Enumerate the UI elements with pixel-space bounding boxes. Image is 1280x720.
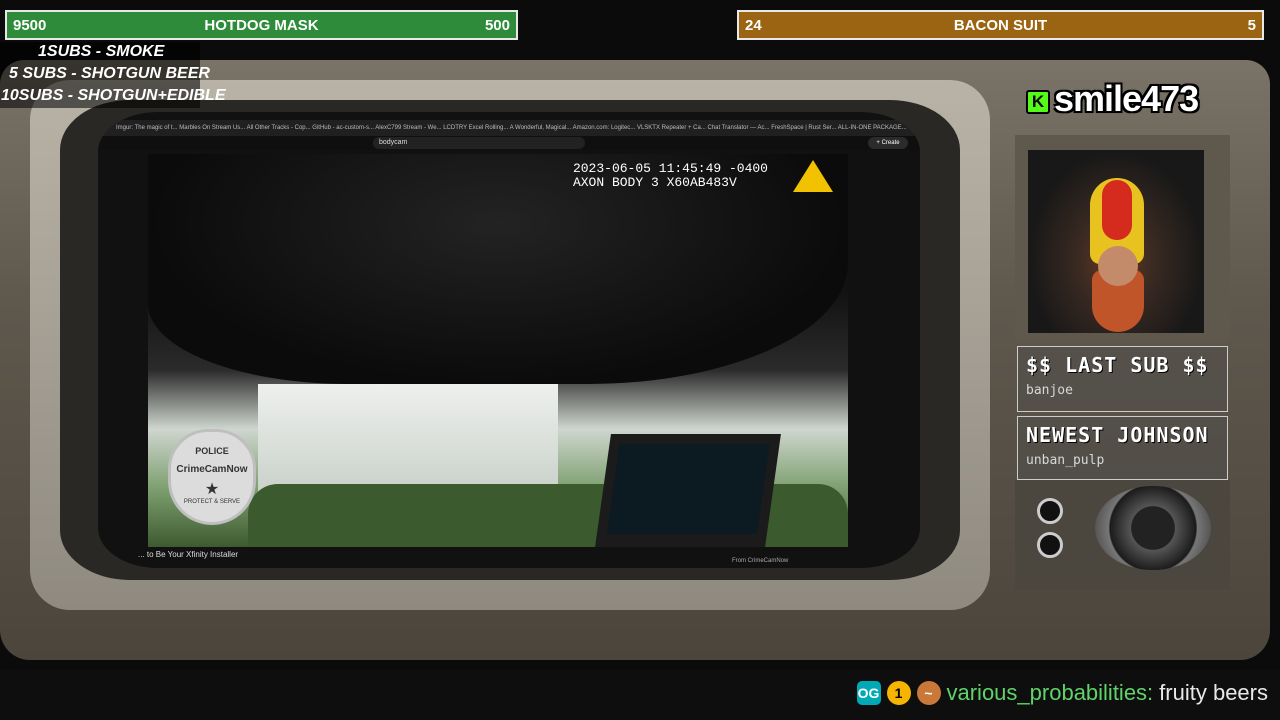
goal-target: 5 (1247, 16, 1256, 34)
create-button[interactable]: + Create (868, 137, 908, 149)
og-badge-icon: OG (856, 681, 881, 705)
chat-bar: OG 1 ~ various_probabilities: fruity bee… (0, 670, 1280, 720)
star-icon: ★ (204, 481, 220, 498)
sub-rule-3: 10SUBS - SHOTGUN+EDIBLE (1, 87, 226, 104)
sub-rule-2: 5 SUBS - SHOTGUN BEER (9, 65, 210, 82)
timestamp-line-1: 2023-06-05 11:45:49 -0400 (572, 161, 768, 176)
video-title[interactable]: ... to Be Your Xfinity Installer (138, 550, 238, 559)
search-input[interactable]: bodycam (373, 137, 585, 149)
goal-current: 9500 (13, 16, 47, 34)
goal-title: BACON SUIT (953, 16, 1048, 34)
sub-rule-1: 1SUBS - SMOKE (38, 43, 165, 60)
bodycam-timestamp: 2023-06-05 11:45:49 -0400 AXON BODY 3 X6… (573, 162, 768, 190)
last-sub-value: banjoe (1026, 383, 1073, 398)
chat-text: fruity beers (1159, 680, 1268, 705)
hotdog-badge-icon: ~ (916, 681, 941, 705)
axon-logo-icon (793, 160, 833, 192)
webcam-feed (1028, 150, 1204, 333)
newest-title: NEWEST JOHNSON (1026, 423, 1209, 447)
chat-username[interactable]: various_probabilities: (947, 680, 1154, 706)
browser-tab-strip[interactable]: Imgur: The magic of t... Marbles On Stre… (98, 120, 920, 136)
last-sub-title: $$ LAST SUB $$ (1026, 353, 1209, 377)
tv-screen: Imgur: The magic of t... Marbles On Stre… (98, 112, 920, 568)
video-source-label[interactable]: From CrimeCamNow (732, 558, 788, 564)
tv-controls (1015, 480, 1230, 590)
chat-message: OG 1 ~ various_probabilities: fruity bee… (856, 680, 1268, 706)
newest-value: unban_pulp (1026, 453, 1105, 468)
timestamp-line-2: AXON BODY 3 X60AB483V (572, 175, 737, 190)
streamer-name-plate: K smile473 (1020, 78, 1228, 122)
video-player[interactable]: 2023-06-05 11:45:49 -0400 AXON BODY 3 X6… (148, 154, 848, 547)
badge-top-text: POLICE (195, 446, 229, 456)
channel-dial-icon (1095, 486, 1211, 570)
police-badge-watermark: POLICE CrimeCamNow ★ PROTECT & SERVE (168, 429, 256, 525)
laptop-screen (606, 444, 770, 534)
knob-icon (1037, 532, 1063, 558)
last-sub-panel: $$ LAST SUB $$ banjoe (1017, 346, 1228, 412)
newest-johnson-panel: NEWEST JOHNSON unban_pulp (1017, 416, 1228, 480)
browser-toolbar: bodycam + Create (98, 136, 920, 150)
face (1098, 246, 1138, 286)
badge-bottom-text: PROTECT & SERVE (183, 499, 241, 505)
knob-icon (1037, 498, 1063, 524)
goal-current: 24 (745, 16, 762, 34)
sub-badge-icon: 1 (886, 681, 911, 705)
goal-target: 500 (484, 16, 510, 34)
goal-bar-hotdog-mask: 9500 HOTDOG MASK 500 (5, 10, 518, 40)
hotdog-sausage (1102, 180, 1132, 240)
goal-title: HOTDOG MASK (204, 16, 319, 34)
badge-name: CrimeCamNow (176, 464, 248, 475)
laptop (595, 434, 781, 547)
kick-icon: K (1026, 90, 1050, 114)
goal-bar-bacon-suit: 24 BACON SUIT 5 (737, 10, 1264, 40)
streamer-name: smile473 (1054, 78, 1199, 119)
sub-rules-panel: 1SUBS - SMOKE 5 SUBS - SHOTGUN BEER 10SU… (0, 42, 225, 108)
